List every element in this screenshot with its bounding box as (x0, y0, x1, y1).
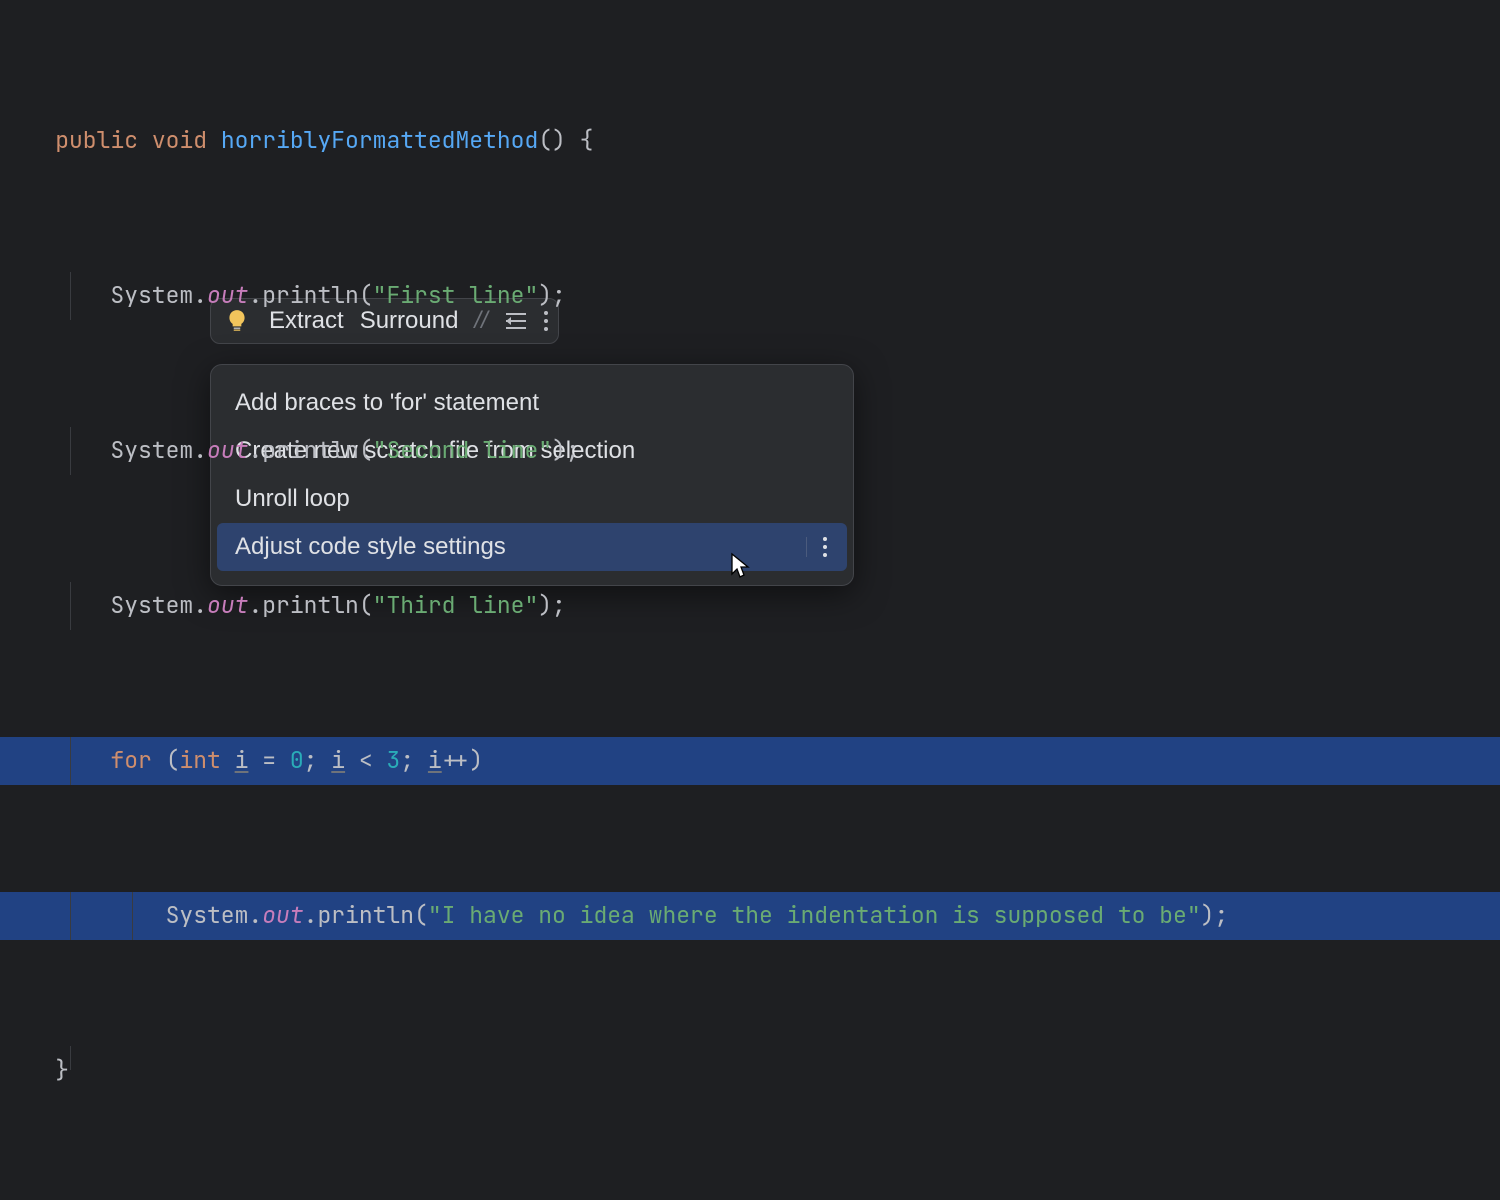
code-editor[interactable]: public void horriblyFormattedMethod() { … (0, 0, 1500, 1200)
code-line-selected[interactable]: System.out.println("I have no idea where… (0, 892, 1500, 940)
popup-item-label: Adjust code style settings (235, 533, 506, 561)
code-line[interactable]: System.out.println("First line"); (0, 272, 1500, 320)
keyword-void: void (152, 125, 207, 155)
popup-item-adjust-code-style[interactable]: Adjust code style settings (217, 523, 847, 571)
popup-item-label: Unroll loop (235, 485, 350, 513)
code-line[interactable]: } (0, 1046, 1500, 1094)
more-icon[interactable] (544, 311, 548, 331)
intention-popup: Add braces to 'for' statement Create new… (210, 364, 854, 586)
reformat-icon[interactable] (504, 311, 528, 331)
popup-item-unroll-loop[interactable]: Unroll loop (211, 475, 853, 523)
submenu-icon[interactable] (806, 537, 827, 557)
code-line-selected[interactable]: for (int i = 0; i < 3; i++) (0, 737, 1500, 785)
punct: () { (538, 125, 593, 155)
popup-item-label: Add braces to 'for' statement (235, 389, 539, 417)
code-line[interactable]: public void horriblyFormattedMethod() { (0, 117, 1500, 165)
mouse-cursor-icon (724, 552, 752, 589)
method-name: horriblyFormattedMethod (221, 125, 538, 155)
popup-item-add-braces[interactable]: Add braces to 'for' statement (211, 379, 853, 427)
keyword-public: public (55, 125, 138, 155)
